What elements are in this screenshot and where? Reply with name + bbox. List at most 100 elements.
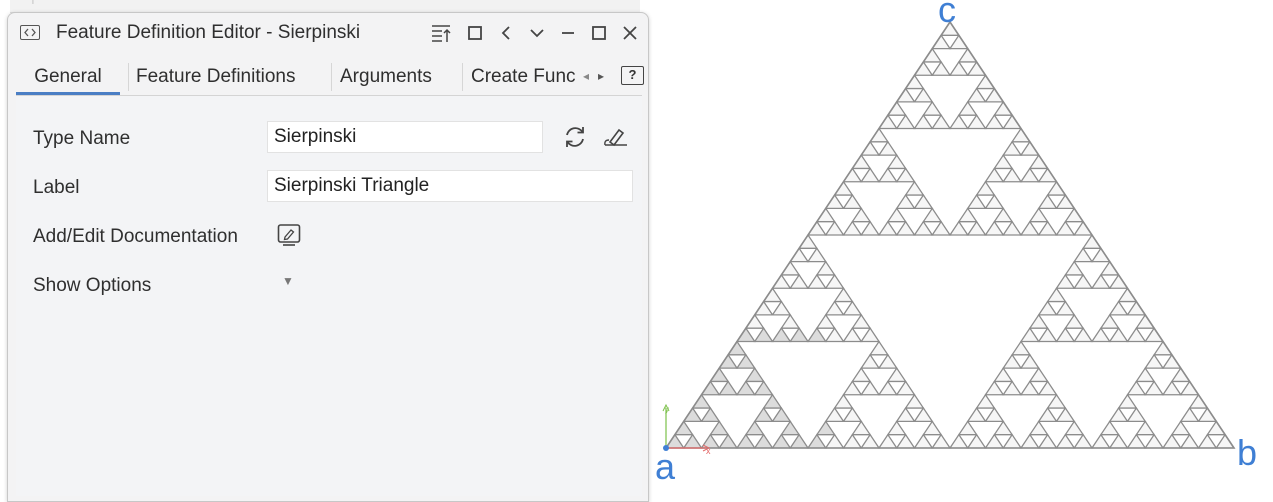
fractal-cell-203 — [1064, 207, 1085, 223]
fractal-cell-241 — [948, 34, 969, 50]
feature-definition-editor-panel: Feature Definition Editor - Sierpinski G… — [7, 12, 649, 502]
fractal-cell-228 — [984, 114, 1005, 130]
fractal-cell-143 — [1046, 287, 1067, 303]
fractal-cell-100 — [1002, 380, 1023, 396]
fractal-cell-15 — [753, 406, 774, 423]
fractal-cell-55 — [753, 327, 774, 343]
fractal-cell-153 — [1055, 273, 1076, 289]
fractal-cell-178 — [913, 193, 934, 210]
fractal-cell-61 — [771, 300, 792, 316]
fractal-cell-40 — [931, 433, 952, 449]
tab-separator — [128, 63, 129, 91]
fractal-cell-104 — [1028, 366, 1049, 383]
back-button[interactable] — [493, 21, 519, 45]
label-label: Label — [33, 177, 80, 198]
fractal-cell-76 — [824, 273, 845, 289]
show-options-arrow-icon[interactable]: ▼ — [282, 274, 294, 288]
x-axis-label: x — [706, 446, 711, 456]
fractal-cell-216 — [877, 114, 898, 130]
fractal-cell-112 — [1144, 433, 1165, 449]
fractal-cell-25 — [735, 353, 756, 369]
fractal-cell-231 — [966, 87, 987, 103]
graphics-viewport[interactable]: y x a b c — [650, 0, 1273, 488]
tab-feature-definitions[interactable]: Feature Definitions — [136, 59, 295, 95]
fractal-cell-239 — [957, 47, 978, 63]
fractal-cell-218 — [886, 100, 907, 116]
fractal-cell-106 — [1019, 353, 1040, 369]
close-button[interactable] — [617, 21, 643, 45]
fractal-cell-54 — [735, 327, 756, 343]
menu-dropdown-button[interactable] — [524, 21, 550, 45]
fractal-cell-84 — [984, 433, 1005, 449]
fractal-cell-180 — [842, 167, 863, 183]
tab-bar: General Feature Definitions Arguments Cr… — [16, 59, 644, 96]
fractal-cell-240 — [931, 34, 952, 50]
fractal-cell-82 — [966, 433, 987, 449]
fractal-cell-58 — [789, 327, 810, 343]
fractal-cell-103 — [1037, 380, 1058, 396]
tab-arguments[interactable]: Arguments — [340, 59, 432, 95]
fractal-cell-235 — [931, 60, 952, 76]
fractal-cell-194 — [993, 207, 1014, 223]
vertex-label-b: b — [1237, 432, 1258, 473]
collapse-list-icon — [432, 25, 451, 42]
float-window-button[interactable] — [462, 21, 488, 45]
fractal-cell-78 — [789, 247, 810, 263]
minimize-button[interactable] — [555, 21, 581, 45]
fractal-cell-49 — [895, 380, 916, 396]
fractal-cell-226 — [966, 114, 987, 130]
fractal-cell-152 — [1117, 287, 1138, 303]
fractal-cell-98 — [1046, 393, 1067, 409]
fractal-cell-156 — [1090, 273, 1111, 289]
tab-separator — [462, 63, 463, 91]
tab-scroll-right-button[interactable]: ▸ — [598, 59, 604, 95]
maximize-button[interactable] — [586, 21, 612, 45]
fractal-cell-142 — [1055, 300, 1076, 316]
fractal-cell-151 — [1126, 300, 1147, 316]
fractal-cell-86 — [993, 420, 1014, 436]
tab-create-func[interactable]: Create Func — [471, 59, 581, 95]
fractal-cell-157 — [1108, 273, 1129, 289]
fractal-cell-11 — [744, 420, 765, 436]
tab-general[interactable]: General — [16, 59, 120, 95]
fractal-cell-129 — [1161, 380, 1182, 396]
collapse-list-button[interactable] — [428, 21, 454, 45]
fractal-cell-17 — [762, 393, 783, 409]
fractal-cell-72 — [771, 273, 792, 289]
fractal-cell-60 — [753, 300, 774, 316]
fractal-cell-67 — [860, 327, 881, 343]
label-input[interactable]: Sierpinski Triangle — [267, 170, 633, 202]
fractal-cell-175 — [931, 220, 952, 236]
fractal-cell-166 — [860, 220, 881, 236]
tab-separator — [331, 63, 332, 91]
fractal-cell-145 — [1108, 327, 1129, 343]
fractal-cell-233 — [975, 74, 996, 90]
fractal-cell-181 — [860, 167, 881, 183]
fractal-cell-109 — [1108, 433, 1129, 449]
refresh-button[interactable] — [560, 122, 590, 152]
fractal-cell-94 — [1073, 433, 1094, 449]
fractal-cell-138 — [1055, 327, 1076, 343]
show-options-label[interactable]: Show Options — [33, 275, 151, 297]
fractal-cell-87 — [966, 406, 987, 423]
type-name-label: Type Name — [33, 128, 131, 149]
fractal-cell-16 — [771, 406, 792, 423]
pencil-edit-icon — [604, 128, 627, 147]
title-bar[interactable]: Feature Definition Editor - Sierpinski — [8, 13, 648, 51]
fractal-cell-196 — [984, 193, 1005, 210]
help-icon[interactable]: ? — [621, 66, 644, 85]
fractal-cell-20 — [709, 366, 730, 383]
fractal-cell-237 — [948, 60, 969, 76]
fractal-cell-167 — [851, 207, 872, 223]
general-tab-content: Type Name Sierpinski Label Sierpinski Tr… — [16, 96, 642, 496]
fractal-cell-144 — [1090, 327, 1111, 343]
edit-name-button[interactable] — [601, 122, 631, 152]
minimize-icon — [562, 32, 574, 34]
fractal-cell-29 — [815, 420, 836, 436]
fractal-cell-114 — [1108, 406, 1129, 423]
type-name-input[interactable]: Sierpinski — [267, 121, 543, 153]
fractal-cell-85 — [1002, 433, 1023, 449]
fractal-cell-207 — [984, 167, 1005, 183]
tab-scroll-left-button[interactable]: ◂ — [583, 59, 589, 95]
edit-documentation-button[interactable] — [275, 221, 303, 249]
